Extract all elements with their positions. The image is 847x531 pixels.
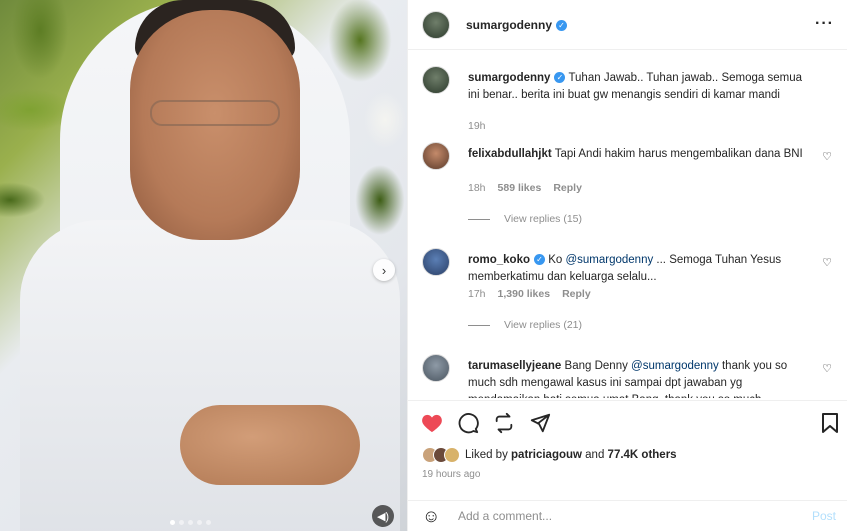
reply-button[interactable]: Reply xyxy=(562,288,591,300)
likes-summary[interactable]: Liked by patriciagouw and 77.4K others xyxy=(422,447,677,463)
habit xyxy=(20,220,400,531)
verified-badge-icon: ✓ xyxy=(554,72,566,84)
comment-time: 18h xyxy=(468,182,486,194)
comment-like-icon[interactable]: ♡ xyxy=(822,150,832,163)
mute-button[interactable]: ◀) xyxy=(372,505,394,527)
post-header: sumargodenny ✓ ··· xyxy=(408,0,847,50)
comment-text: romo_koko ✓ Ko @sumargodenny ... Semoga T… xyxy=(468,252,808,286)
caption-time: 19h xyxy=(468,120,486,132)
caption: sumargodenny ✓ Tuhan Jawab.. Tuhan jawab.… xyxy=(422,66,842,132)
comment-like-icon[interactable]: ♡ xyxy=(822,362,832,375)
comment-username[interactable]: romo_koko xyxy=(468,254,530,266)
view-replies-button[interactable]: View replies (15) xyxy=(468,213,582,225)
verified-badge-icon: ✓ xyxy=(534,254,545,266)
post-timestamp: 19 hours ago xyxy=(422,469,481,480)
comment-body: Ko xyxy=(548,254,566,266)
author-avatar[interactable] xyxy=(422,10,450,39)
carousel-dot xyxy=(206,520,211,525)
comment-text: tarumasellyjeane Bang Denny @sumargodenn… xyxy=(468,358,808,398)
comment-likes[interactable]: 1,390 likes xyxy=(498,288,551,300)
comments-list: sumargodenny ✓ Tuhan Jawab.. Tuhan jawab.… xyxy=(408,52,847,398)
speaker-muted-icon: ◀) xyxy=(376,510,390,523)
view-replies-button[interactable]: View replies (21) xyxy=(468,319,582,331)
author-avatar[interactable] xyxy=(422,66,450,94)
comment-time: 17h xyxy=(468,288,486,300)
more-options-icon[interactable]: ··· xyxy=(815,15,834,33)
share-button[interactable] xyxy=(528,411,552,435)
comment-meta: 18h 589 likes Reply xyxy=(468,182,582,194)
view-replies-label: View replies (15) xyxy=(504,213,583,225)
mention-link[interactable]: @sumargodenny xyxy=(631,360,719,372)
liker-username[interactable]: patriciagouw xyxy=(511,449,582,461)
comment-likes[interactable]: 589 likes xyxy=(498,182,542,194)
bookmark-icon xyxy=(822,413,838,433)
comment-body: Bang Denny xyxy=(564,360,632,372)
carousel-dot xyxy=(170,520,175,525)
post-media[interactable]: › ◀) xyxy=(0,0,407,531)
commenter-avatar[interactable] xyxy=(422,354,450,382)
glasses xyxy=(150,100,280,126)
comment-like-icon[interactable]: ♡ xyxy=(822,256,832,269)
reply-button[interactable]: Reply xyxy=(553,182,582,194)
caption-text: sumargodenny ✓ Tuhan Jawab.. Tuhan jawab.… xyxy=(468,70,808,104)
mention-link[interactable]: @sumargodenny xyxy=(565,254,653,266)
likes-text: Liked by patriciagouw and 77.4K others xyxy=(465,449,677,461)
commenter-avatar[interactable] xyxy=(422,248,450,276)
verified-badge-icon: ✓ xyxy=(556,19,568,31)
save-button[interactable] xyxy=(818,411,842,435)
comment-meta: 17h 1,390 likes Reply xyxy=(468,288,591,300)
caption-author[interactable]: sumargodenny xyxy=(468,72,550,84)
comment-item: romo_koko ✓ Ko @sumargodenny ... Semoga T… xyxy=(422,248,842,338)
comment-username[interactable]: tarumasellyjeane xyxy=(468,360,561,372)
add-comment-bar: ☺ Add a comment... Post xyxy=(408,500,847,531)
comment-button[interactable] xyxy=(456,411,480,435)
hand xyxy=(180,405,360,485)
repost-button[interactable] xyxy=(492,411,516,435)
comment-item: tarumasellyjeane Bang Denny @sumargodenn… xyxy=(422,354,842,398)
heart-filled-icon xyxy=(422,414,442,433)
post-panel: sumargodenny ✓ ··· sumargodenny ✓ Tuhan Ja… xyxy=(407,0,847,531)
carousel-next-button[interactable]: › xyxy=(373,259,395,281)
comment-input[interactable]: Add a comment... xyxy=(458,509,812,523)
post-comment-button[interactable]: Post xyxy=(812,509,836,523)
caption-meta: 19h xyxy=(468,120,486,132)
comment-username[interactable]: felixabdullahjkt xyxy=(468,148,552,160)
repost-icon xyxy=(495,412,513,434)
comment-body: Tapi Andi hakim harus mengembalikan dana… xyxy=(554,148,803,160)
replies-divider xyxy=(468,324,490,326)
send-icon xyxy=(530,413,551,433)
emoji-icon[interactable]: ☺ xyxy=(422,506,444,527)
carousel-dot xyxy=(197,520,202,525)
action-bar xyxy=(408,400,847,444)
replies-divider xyxy=(468,218,490,220)
carousel-dots xyxy=(170,520,211,525)
comment-text: felixabdullahjkt Tapi Andi hakim harus m… xyxy=(468,146,808,163)
comment-item: felixabdullahjkt Tapi Andi hakim harus m… xyxy=(422,142,842,232)
like-button[interactable] xyxy=(420,411,444,435)
likes-count[interactable]: 77.4K others xyxy=(608,449,677,461)
comment-bubble-icon xyxy=(458,413,479,434)
carousel-dot xyxy=(188,520,193,525)
liker-avatar xyxy=(444,447,460,463)
view-replies-label: View replies (21) xyxy=(504,319,583,331)
author-username[interactable]: sumargodenny ✓ xyxy=(466,18,568,32)
commenter-avatar[interactable] xyxy=(422,142,450,170)
carousel-dot xyxy=(179,520,184,525)
